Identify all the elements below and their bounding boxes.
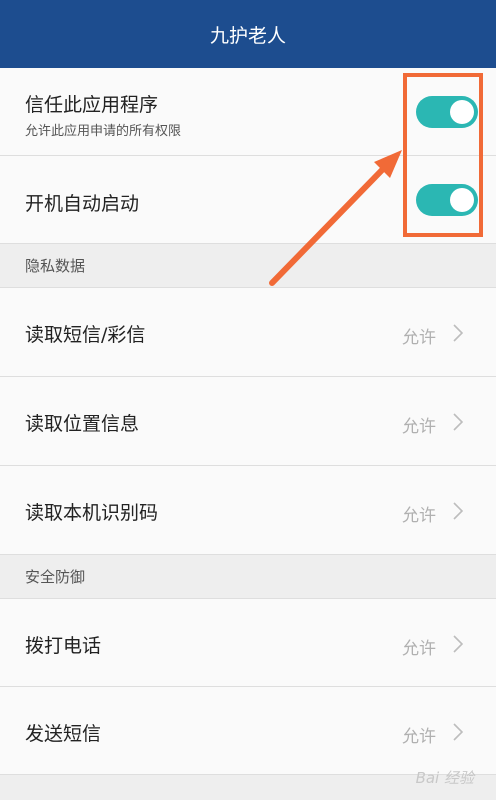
annotation-arrow-icon xyxy=(269,150,402,286)
baidu-watermark: Bai 经验 xyxy=(415,769,474,787)
